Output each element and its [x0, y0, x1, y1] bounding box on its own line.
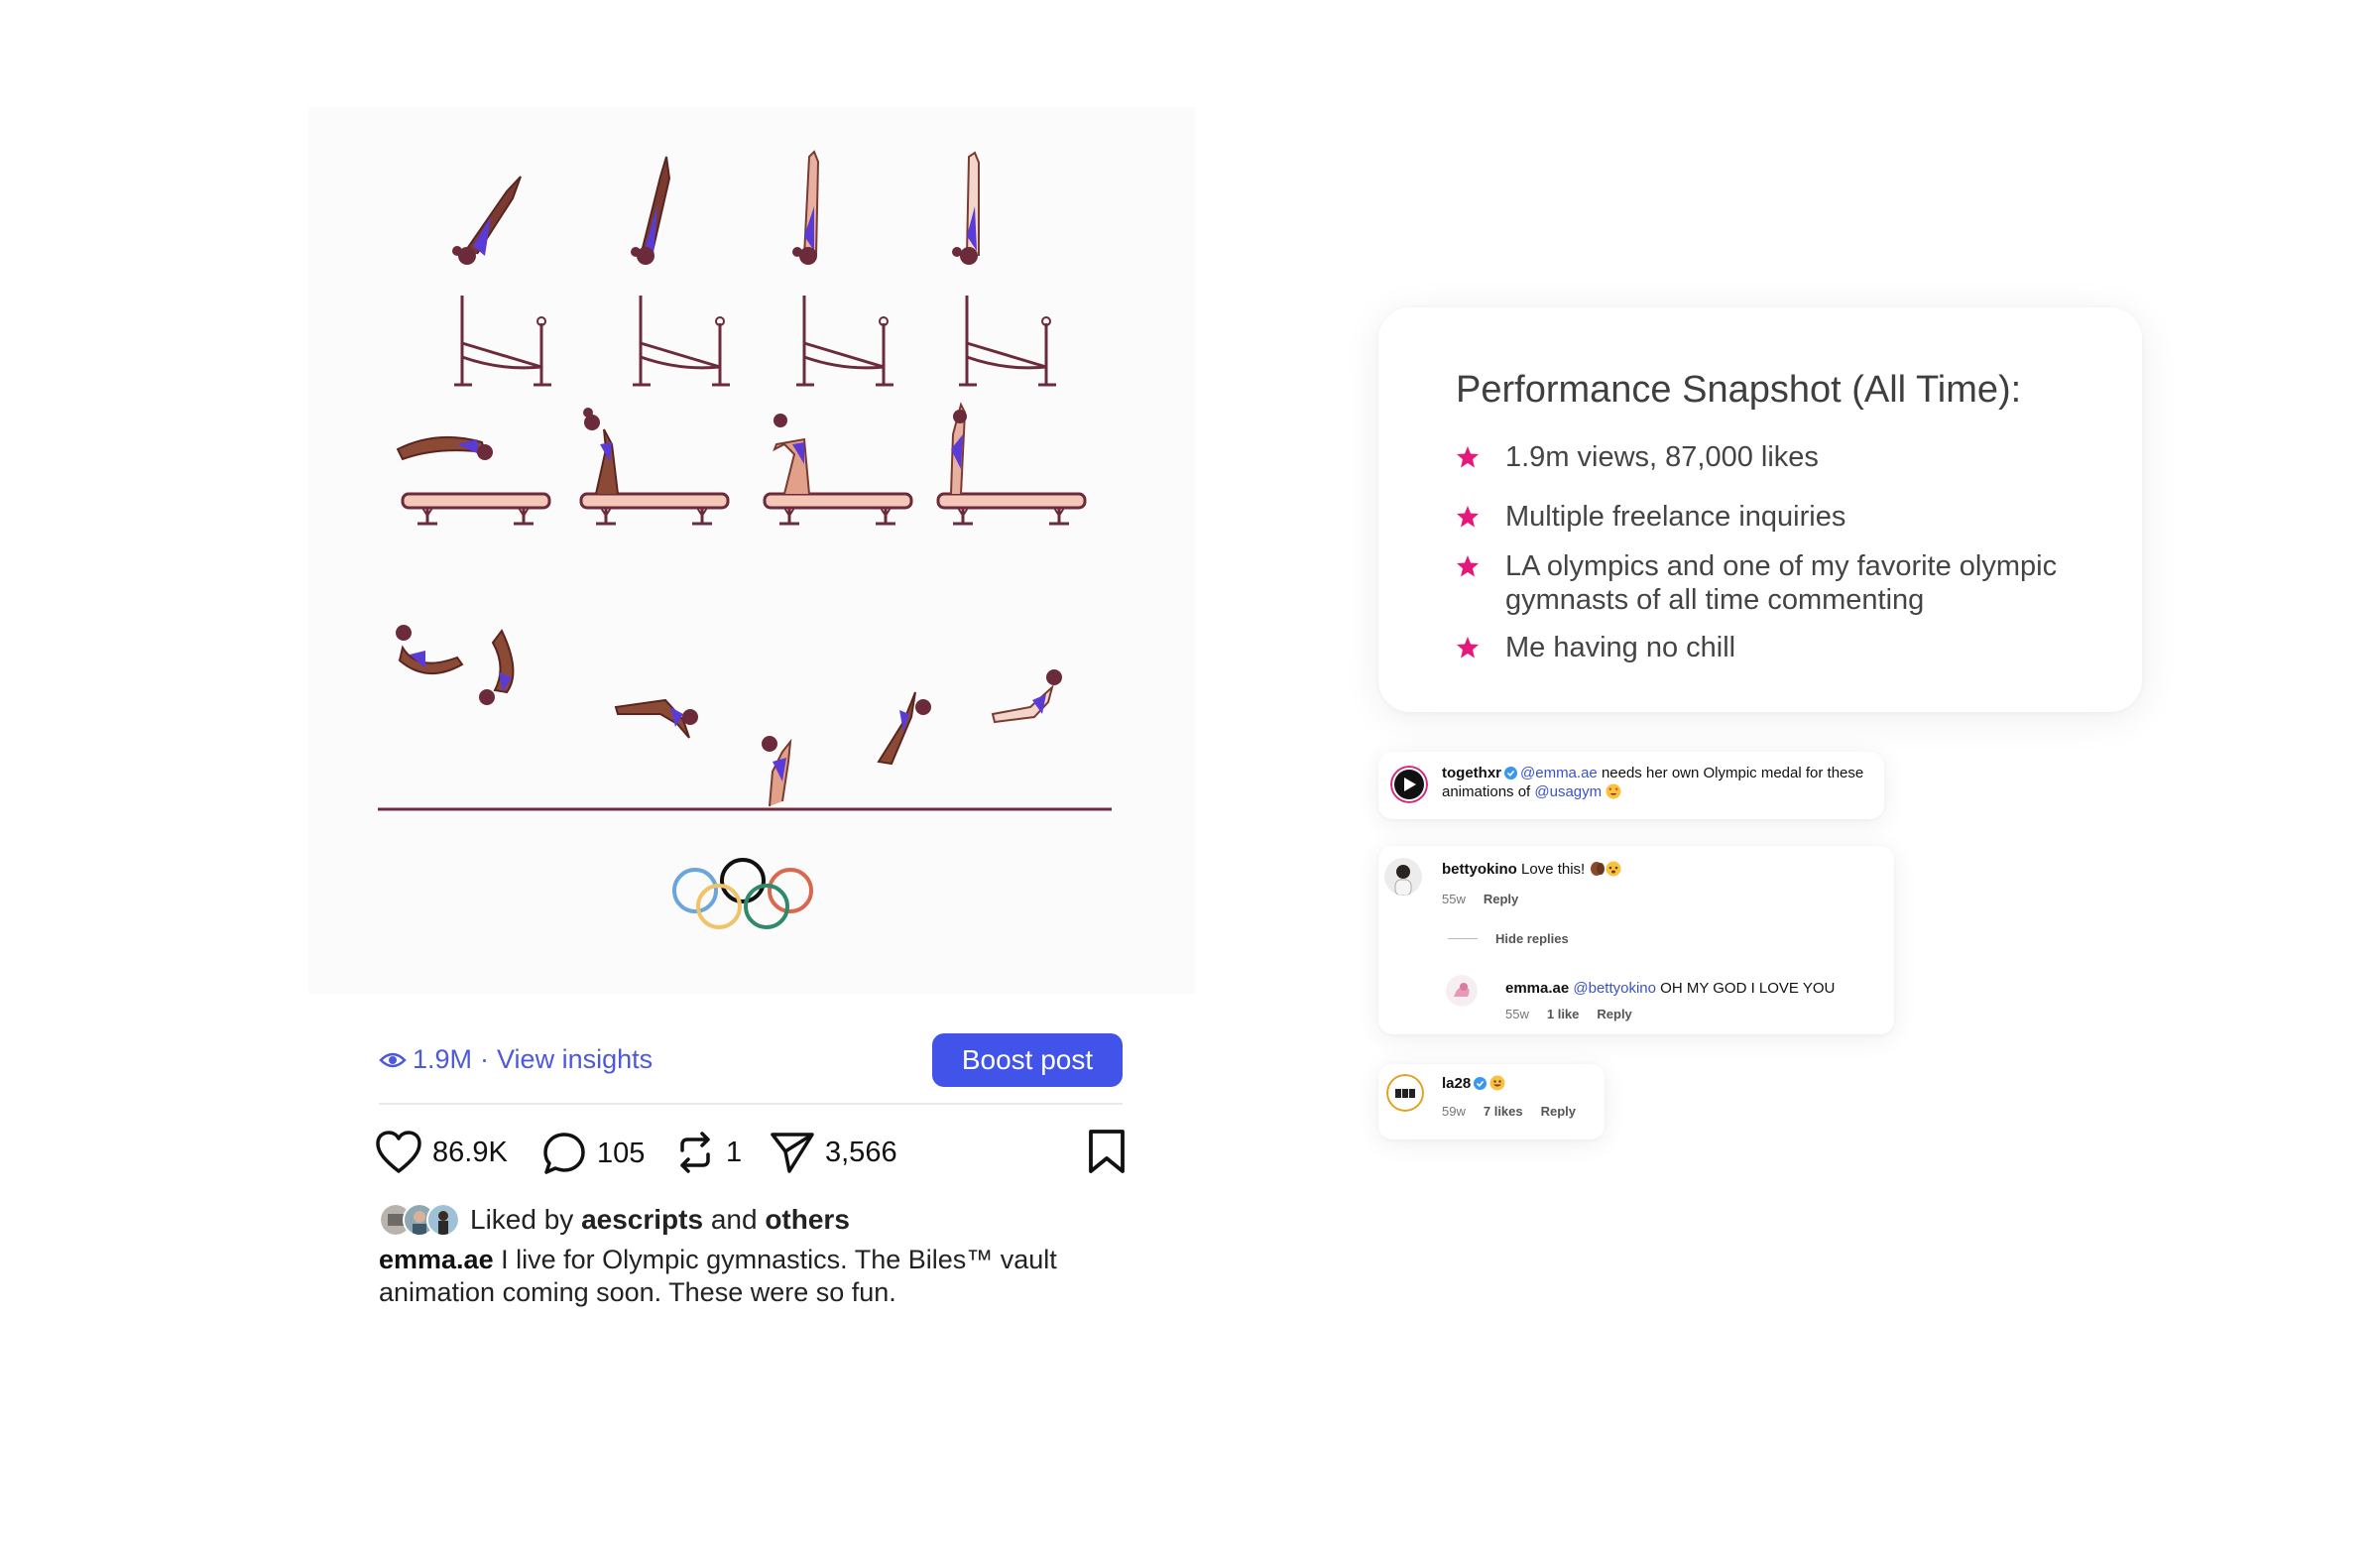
comment-card: la28 59w 7 likes Reply	[1378, 1064, 1605, 1139]
comment-meta: 55w Reply	[1442, 892, 1536, 906]
insights-label: View insights	[497, 1044, 654, 1074]
reply-mention[interactable]: @bettyokino	[1573, 980, 1656, 997]
caption-username[interactable]: emma.ae	[379, 1245, 494, 1274]
comment-mention[interactable]: @usagym	[1534, 783, 1602, 800]
eye-icon	[379, 1052, 407, 1067]
liked-by-user[interactable]: aescripts	[581, 1204, 703, 1236]
comment-meta: 59w 7 likes Reply	[1442, 1104, 1594, 1119]
performance-item-text: Multiple freelance inquiries	[1505, 501, 1846, 533]
insights-views: 1.9M	[413, 1044, 473, 1074]
liked-by-others[interactable]: others	[765, 1204, 850, 1236]
performance-item: Multiple freelance inquiries	[1456, 500, 2110, 534]
comment-username[interactable]: bettyokino	[1442, 861, 1517, 878]
hide-replies-button[interactable]: Hide replies	[1448, 931, 1587, 946]
bookmark-icon	[1089, 1130, 1125, 1173]
liked-by[interactable]: Liked by aescripts and others	[379, 1202, 850, 1238]
comment-mention[interactable]: @emma.ae	[1520, 765, 1598, 781]
liked-by-avatars	[379, 1203, 460, 1237]
comment-time: 55w	[1442, 892, 1466, 906]
performance-item-text: 1.9m views, 87,000 likes	[1505, 441, 1819, 473]
repost-count: 1	[726, 1136, 743, 1168]
avatar[interactable]	[1446, 975, 1478, 1007]
post-caption: emma.ae I live for Olympic gymnastics. T…	[379, 1244, 1093, 1309]
floor-sequence	[378, 625, 1112, 811]
avatar[interactable]	[1386, 1074, 1424, 1112]
divider	[379, 1103, 1123, 1105]
reply-text: emma.ae @bettyokino OH MY GOD I LOVE YOU	[1505, 979, 1835, 998]
heart-icon	[376, 1131, 421, 1173]
insights-separator: ·	[480, 1044, 490, 1074]
comment-time: 59w	[1442, 1104, 1466, 1119]
performance-item: 1.9m views, 87,000 likes	[1456, 440, 2110, 474]
liked-by-and: and	[710, 1204, 758, 1235]
performance-item: Me having no chill	[1456, 631, 2110, 664]
comment-text: togethxr @emma.ae needs her own Olympic m…	[1442, 764, 1874, 801]
reply-button[interactable]: Reply	[1484, 892, 1518, 906]
comment-username[interactable]: la28	[1442, 1075, 1471, 1092]
reply-meta: 55w 1 like Reply	[1505, 1007, 1650, 1021]
comment-card: togethxr @emma.ae needs her own Olympic m…	[1378, 752, 1884, 819]
performance-item-text: Me having no chill	[1505, 632, 1736, 663]
reply-body: OH MY GOD I LOVE YOU	[1660, 980, 1836, 997]
hide-replies-label: Hide replies	[1495, 931, 1569, 946]
divider	[1448, 938, 1478, 939]
star-icon	[1457, 637, 1479, 659]
share-button[interactable]: 3,566	[770, 1131, 897, 1174]
performance-title: Performance Snapshot (All Time):	[1456, 369, 2022, 411]
like-count: 86.9K	[432, 1136, 508, 1168]
reply-button[interactable]: Reply	[1597, 1007, 1631, 1021]
comment-button[interactable]: 105	[541, 1131, 645, 1176]
comment-count: 105	[597, 1137, 646, 1169]
view-insights-link[interactable]: 1.9M · View insights	[379, 1044, 653, 1075]
beam-sequence	[396, 402, 1087, 526]
save-button[interactable]	[1087, 1129, 1127, 1179]
verified-icon	[1504, 767, 1517, 779]
comment-username[interactable]: togethxr	[1442, 765, 1501, 781]
comment-body: Love this!	[1521, 861, 1586, 878]
repost-icon	[680, 1132, 710, 1173]
share-count: 3,566	[825, 1136, 897, 1168]
insights-row: 1.9M · View insights Boost post	[379, 1031, 1123, 1091]
star-icon	[1457, 555, 1479, 577]
avatar	[426, 1203, 460, 1237]
reply-username[interactable]: emma.ae	[1505, 980, 1569, 997]
comment-icon	[543, 1133, 585, 1174]
reply-button[interactable]: Reply	[1541, 1104, 1576, 1119]
verified-icon	[1474, 1077, 1488, 1090]
grinning-emoji-icon	[1489, 1075, 1505, 1091]
comment-text: la28	[1442, 1074, 1505, 1093]
send-icon	[771, 1133, 814, 1173]
star-icon	[1457, 446, 1479, 468]
liked-by-prefix: Liked by	[470, 1204, 574, 1235]
avatar[interactable]	[1390, 766, 1428, 803]
reply-time: 55w	[1505, 1007, 1529, 1021]
like-button[interactable]: 86.9K	[375, 1131, 508, 1174]
comment-text: bettyokino Love this!	[1442, 860, 1622, 879]
heart-eyes-emoji-icon	[1606, 783, 1621, 799]
repost-button[interactable]: 1	[674, 1131, 742, 1174]
avatar[interactable]	[1384, 858, 1422, 896]
bars-sequence	[452, 150, 1058, 387]
comment-card: bettyokino Love this! 55w Reply Hide repl…	[1378, 846, 1894, 1034]
performance-item-text: LA olympics and one of my favorite olymp…	[1505, 550, 2058, 616]
action-row: 86.9K 105 1 3,566	[375, 1123, 1127, 1182]
star-icon	[1457, 506, 1479, 528]
post-image[interactable]	[308, 107, 1195, 994]
clap-emoji-icon	[1591, 861, 1621, 877]
boost-post-button[interactable]: Boost post	[932, 1033, 1123, 1087]
performance-card: Performance Snapshot (All Time): 1.9m vi…	[1378, 307, 2142, 712]
comment-likes[interactable]: 7 likes	[1484, 1104, 1523, 1119]
reply-likes[interactable]: 1 like	[1547, 1007, 1580, 1021]
olympic-rings	[672, 858, 813, 929]
performance-item: LA olympics and one of my favorite olymp…	[1456, 549, 2110, 617]
